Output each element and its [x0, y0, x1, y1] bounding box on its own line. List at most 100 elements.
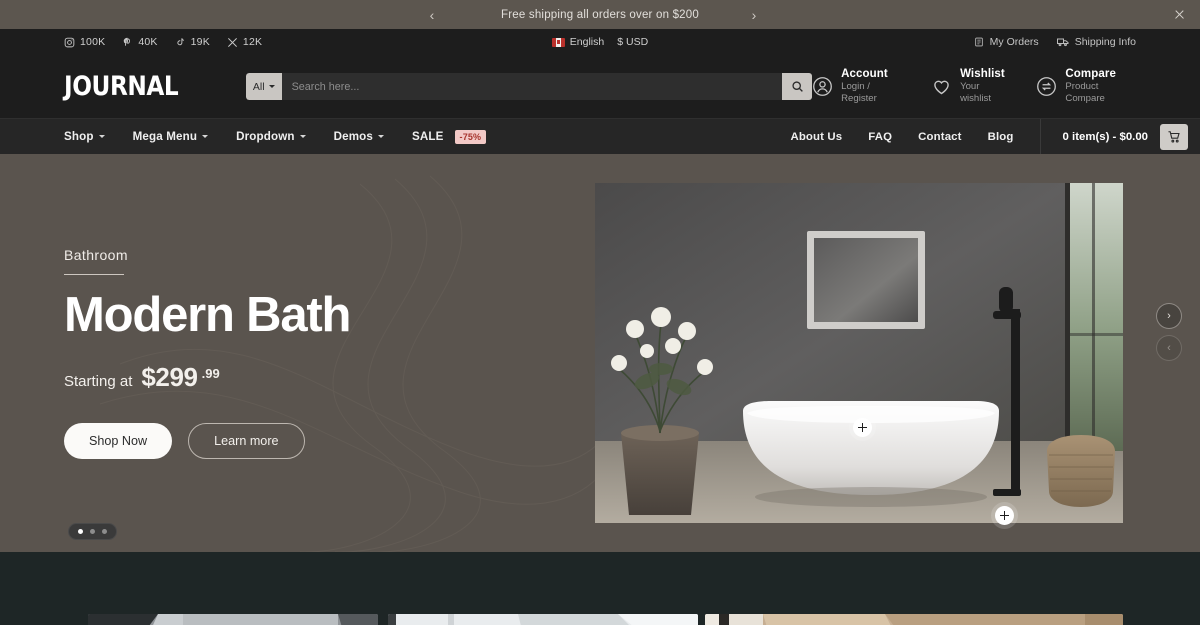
hero-rule: [64, 273, 124, 276]
header-action-title: Compare: [1065, 68, 1116, 80]
nav-item-label: Shop: [64, 130, 94, 143]
social-count: 19K: [190, 36, 210, 48]
utility-link-my-orders[interactable]: My Orders: [974, 36, 1039, 48]
nav-item-dropdown[interactable]: Dropdown: [236, 130, 306, 143]
product-card[interactable]: [705, 614, 1123, 625]
search-input[interactable]: [281, 73, 783, 100]
nav-item-sale[interactable]: SALE -75%: [412, 129, 487, 144]
announcement-prev-icon[interactable]: ‹: [418, 0, 446, 29]
language-selector[interactable]: English: [551, 36, 605, 48]
cart-area: 0 item(s) - $0.00: [1039, 118, 1200, 155]
x-twitter-icon: [227, 37, 238, 48]
social-count: 100K: [80, 36, 106, 48]
hero-prev-icon[interactable]: ‹: [1156, 335, 1182, 361]
shop-now-button[interactable]: Shop Now: [64, 423, 173, 460]
nav-item-mega-menu[interactable]: Mega Menu: [132, 130, 209, 143]
chevron-down-icon: [202, 135, 209, 138]
user-circle-icon: [812, 76, 833, 97]
header-action-compare[interactable]: Compare Product Compare: [1036, 68, 1136, 105]
announcement-bar: ‹ Free shipping all orders over on $200 …: [0, 0, 1200, 29]
hero-slider-arrows: › ‹: [1156, 303, 1182, 361]
header-action-title: Account: [841, 68, 888, 80]
header-actions: Account Login / Register Wishlist Your w…: [812, 68, 1136, 105]
announcement-next-icon[interactable]: ›: [740, 0, 768, 29]
flag-icon: [551, 37, 565, 47]
pinterest-icon: [122, 37, 133, 48]
instagram-icon: [64, 37, 75, 48]
primary-nav: Shop Mega Menu Dropdown Demos SALE -75%: [64, 129, 487, 144]
product-card[interactable]: [388, 614, 698, 625]
orders-icon: [974, 37, 984, 47]
site-logo[interactable]: JOURNAL: [64, 71, 179, 102]
language-label: English: [569, 36, 605, 48]
hero-eyebrow: Bathroom: [64, 246, 128, 263]
social-link-instagram[interactable]: 100K: [64, 36, 105, 48]
chevron-down-icon: [299, 135, 306, 138]
currency-selector[interactable]: $ USD: [617, 36, 648, 48]
nav-item-shop[interactable]: Shop: [64, 130, 105, 143]
main-navigation: Shop Mega Menu Dropdown Demos SALE -75% …: [0, 118, 1200, 155]
site-header: JOURNAL All Search here... Account Login…: [0, 55, 1200, 118]
truck-icon: [1056, 37, 1069, 47]
nav-link-contact[interactable]: Contact: [918, 131, 961, 143]
header-action-subtitle: Product Compare: [1065, 81, 1105, 104]
product-card-strip: [0, 614, 1200, 625]
nav-link-about-us[interactable]: About Us: [790, 131, 842, 143]
header-action-subtitle: Your wishlist: [960, 81, 991, 104]
hero-price-label: Starting at: [64, 373, 133, 391]
social-link-tiktok[interactable]: 19K: [175, 36, 210, 48]
cart-summary[interactable]: 0 item(s) - $0.00: [1063, 131, 1148, 143]
nav-item-label: Dropdown: [236, 130, 295, 143]
bathroom-illustration: [595, 183, 1123, 523]
nav-link-faq[interactable]: FAQ: [868, 131, 892, 143]
social-count: 12K: [242, 36, 263, 48]
hero-buttons: Shop Now Learn more: [64, 423, 560, 460]
search-category-label: All: [252, 80, 265, 93]
nav-item-demos[interactable]: Demos: [333, 130, 385, 143]
cart-button[interactable]: [1160, 123, 1188, 150]
header-action-wishlist[interactable]: Wishlist Your wishlist: [931, 68, 1009, 105]
search-category-select[interactable]: All: [245, 73, 282, 100]
hero-price-amount: $299: [141, 362, 198, 393]
utility-link-label: Shipping Info: [1074, 36, 1136, 48]
heart-icon: [931, 76, 952, 97]
hero-price-cents: .99: [201, 366, 220, 382]
cart-icon: [1167, 130, 1181, 144]
compare-icon: [1036, 76, 1057, 97]
utility-link-shipping-info[interactable]: Shipping Info: [1056, 36, 1136, 48]
hero-price: Starting at $299 .99: [64, 362, 560, 393]
social-link-x-twitter[interactable]: 12K: [227, 36, 262, 48]
search-submit-button[interactable]: [782, 73, 813, 100]
announcement-text: Free shipping all orders over on $200: [501, 8, 699, 21]
hero-banner: Bathroom Modern Bath Starting at $299 .9…: [0, 154, 1200, 552]
hero-next-icon[interactable]: ›: [1156, 303, 1182, 329]
announcement-close-icon[interactable]: [1166, 0, 1192, 29]
secondary-nav: About Us FAQ Contact Blog 0 item(s) - $0…: [790, 118, 1200, 155]
learn-more-button[interactable]: Learn more: [188, 423, 305, 460]
chevron-down-icon: [378, 135, 385, 138]
hero-image: [595, 183, 1123, 523]
hotspot-mirror[interactable]: [853, 418, 872, 437]
header-action-account[interactable]: Account Login / Register: [812, 68, 904, 105]
hero-copy: Bathroom Modern Bath Starting at $299 .9…: [0, 154, 560, 552]
utility-bar: 100K 40K 19K 12K English $ USD My Orders…: [0, 29, 1200, 55]
sale-discount-badge: -75%: [454, 129, 487, 144]
nav-link-blog[interactable]: Blog: [988, 131, 1014, 143]
utility-link-label: My Orders: [989, 36, 1039, 48]
product-card[interactable]: [88, 614, 378, 625]
social-link-pinterest[interactable]: 40K: [122, 36, 157, 48]
chevron-down-icon: [268, 85, 275, 88]
social-count: 40K: [138, 36, 158, 48]
search-bar: All: [245, 73, 813, 100]
nav-item-label: Demos: [333, 130, 374, 143]
hero-title: Modern Bath: [64, 288, 351, 343]
header-action-subtitle: Login / Register: [841, 81, 877, 104]
storefront-page: ‹ Free shipping all orders over on $200 …: [0, 0, 1200, 625]
hotspot-faucet[interactable]: [995, 506, 1014, 525]
header-action-title: Wishlist: [960, 68, 1005, 80]
tiktok-icon: [175, 37, 186, 48]
nav-item-label: Mega Menu: [132, 130, 198, 143]
search-icon: [791, 80, 804, 93]
lower-section: [0, 552, 1200, 625]
chevron-down-icon: [98, 135, 105, 138]
